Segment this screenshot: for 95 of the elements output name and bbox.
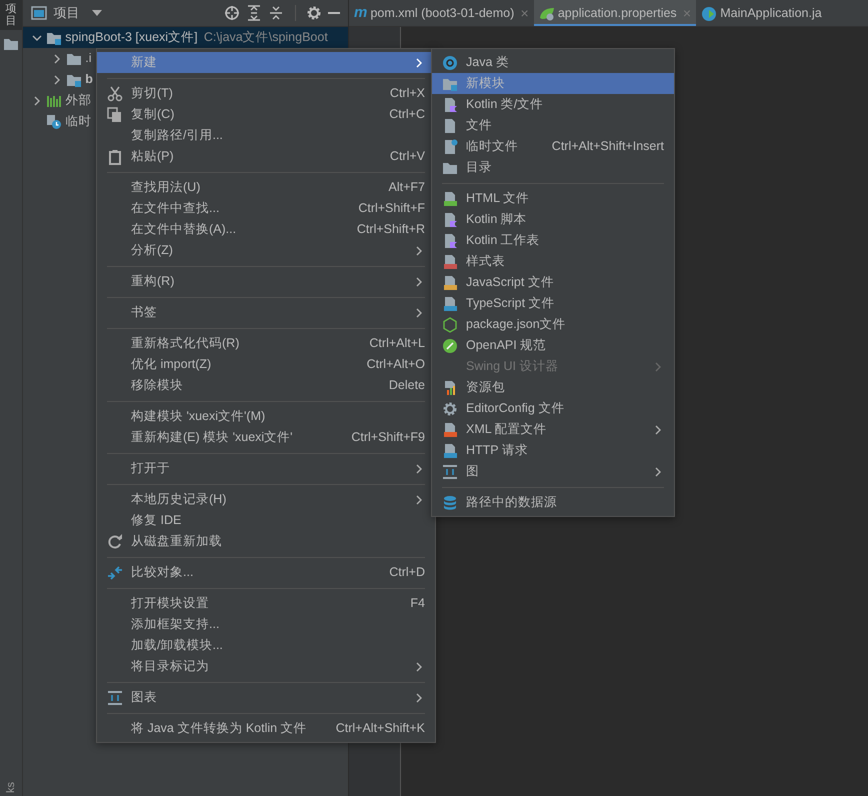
tree-path: C:\java文件\spingBoot (204, 29, 328, 46)
settings-icon (306, 5, 322, 21)
menu-item[interactable]: HTTP 请求 (432, 440, 674, 461)
hexagon-icon (442, 316, 458, 332)
tree-label: spingBoot-3 [xuexi文件] (65, 29, 198, 46)
leaf-icon (538, 6, 555, 22)
menu-item[interactable]: 在文件中查找... Ctrl+Shift+F (97, 198, 435, 219)
scratch-icon (46, 114, 62, 130)
file-icon (442, 442, 458, 458)
file-icon (442, 296, 458, 312)
minimize-icon (328, 12, 340, 14)
menu-item[interactable]: 复制(C) Ctrl+C (97, 104, 435, 125)
menu-item[interactable]: XML 配置文件 (432, 419, 674, 440)
menu-item[interactable]: 图表 (97, 687, 435, 708)
editor-tab[interactable]: application.properties × (534, 0, 696, 26)
settings-icon (442, 400, 458, 416)
menu-item[interactable]: package.json文件 (432, 314, 674, 335)
menu-item[interactable]: 打开模块设置 F4 (97, 593, 435, 614)
menu-item[interactable]: 将目录标记为 (97, 656, 435, 677)
class-icon (442, 54, 458, 70)
clipboard-icon (107, 148, 123, 164)
menu-item[interactable]: Kotlin 类/文件 (432, 94, 674, 115)
menu-item[interactable]: 重新格式化代码(R) Ctrl+Alt+L (97, 333, 435, 354)
reload-icon (107, 534, 123, 550)
menu-item[interactable]: 比较对象... Ctrl+D (97, 562, 435, 583)
menu-item[interactable]: HTML 文件 (432, 188, 674, 209)
tool-tab-label: 项目 (6, 3, 16, 28)
menu-item[interactable]: EditorConfig 文件 (432, 398, 674, 419)
menu-item[interactable]: 粘贴(P) Ctrl+V (97, 146, 435, 167)
file-icon (442, 422, 458, 438)
circle-icon (442, 338, 458, 354)
tree-label[interactable]: 临时 (65, 112, 92, 131)
menu-item[interactable]: Kotlin 脚本 (432, 209, 674, 230)
diagram-icon (442, 464, 458, 480)
menu-item[interactable]: 构建模块 'xuexi文件'(M) (97, 406, 435, 427)
menu-item[interactable]: Kotlin 工作表 (432, 230, 674, 251)
file-icon (442, 190, 458, 206)
menu-item[interactable]: 剪切(T) Ctrl+X (97, 83, 435, 104)
menu-item[interactable]: 从磁盘重新加载 (97, 531, 435, 552)
menu-item[interactable]: JavaScript 文件 (432, 272, 674, 293)
folder-icon (3, 36, 19, 52)
panel-title[interactable]: 项目 (53, 3, 80, 23)
menu-item[interactable]: 将 Java 文件转换为 Kotlin 文件 Ctrl+Alt+Shift+K (97, 718, 435, 739)
database-icon (442, 494, 458, 510)
menu-item[interactable]: 书签 (97, 302, 435, 323)
crosshair-icon (224, 5, 240, 21)
editor-tab[interactable]: m pom.xml (boot3-01-demo) × (349, 0, 534, 26)
file-icon (442, 254, 458, 270)
diagram-icon (107, 690, 123, 706)
menu-item[interactable]: 重新构建(E) 模块 'xuexi文件' Ctrl+Shift+F9 (97, 427, 435, 448)
menu-item[interactable]: 文件 (432, 115, 674, 136)
tree-label[interactable]: 外部 (65, 91, 92, 110)
expand-icon (246, 5, 262, 21)
collapse-icon (268, 5, 284, 21)
menu-item[interactable]: 加载/卸载模块... (97, 635, 435, 656)
class-icon (701, 6, 718, 22)
menu-item[interactable]: 打开于 (97, 458, 435, 479)
copy-icon (107, 106, 123, 122)
tree-label[interactable]: b (85, 70, 93, 89)
project-tool-tab[interactable]: 项目 (0, 0, 22, 30)
menu-item[interactable]: 图 (432, 461, 674, 482)
file-icon (442, 274, 458, 290)
menu-item[interactable]: 在文件中替换(A)... Ctrl+Shift+R (97, 219, 435, 240)
maven-icon: m (354, 2, 368, 25)
tree-label[interactable]: .i (85, 49, 92, 68)
file-icon (442, 232, 458, 248)
menu-item[interactable]: 复制路径/引用... (97, 125, 435, 146)
file-icon (442, 118, 458, 134)
menu-item[interactable]: 临时文件 Ctrl+Alt+Shift+Insert (432, 136, 674, 157)
menu-item[interactable]: 查找用法(U) Alt+F7 (97, 177, 435, 198)
file-icon (442, 96, 458, 112)
scissors-icon (107, 86, 123, 102)
menu-item[interactable]: 添加框架支持... (97, 614, 435, 635)
menu-item[interactable]: 修复 IDE (97, 510, 435, 531)
menu-item[interactable]: 重构(R) (97, 271, 435, 292)
tree-row[interactable]: spingBoot-3 [xuexi文件] C:\java文件\spingBoot (23, 27, 348, 48)
menu-item[interactable]: 目录 (432, 157, 674, 178)
menu-item[interactable]: Java 类 (432, 52, 674, 73)
menu-item[interactable]: 移除模块 Delete (97, 375, 435, 396)
menu-item[interactable]: 资源包 (432, 377, 674, 398)
menu-item[interactable]: 路径中的数据源 (432, 492, 674, 513)
menu-item[interactable]: 样式表 (432, 251, 674, 272)
menu-item[interactable]: 分析(Z) (97, 240, 435, 261)
file-icon (442, 212, 458, 228)
menu-item[interactable]: OpenAPI 规范 (432, 335, 674, 356)
caret-icon (92, 10, 102, 16)
bar-chart-icon (442, 380, 458, 396)
tool-tab-label[interactable]: ks (2, 782, 20, 793)
window-icon (31, 5, 47, 21)
menu-item[interactable]: TypeScript 文件 (432, 293, 674, 314)
menu-item[interactable]: 优化 import(Z) Ctrl+Alt+O (97, 354, 435, 375)
menu-item[interactable]: 本地历史记录(H) (97, 489, 435, 510)
editor-tab[interactable]: MainApplication.ja (696, 0, 827, 26)
scratch-file-icon (442, 138, 458, 154)
compare-arrows-icon (107, 564, 123, 580)
